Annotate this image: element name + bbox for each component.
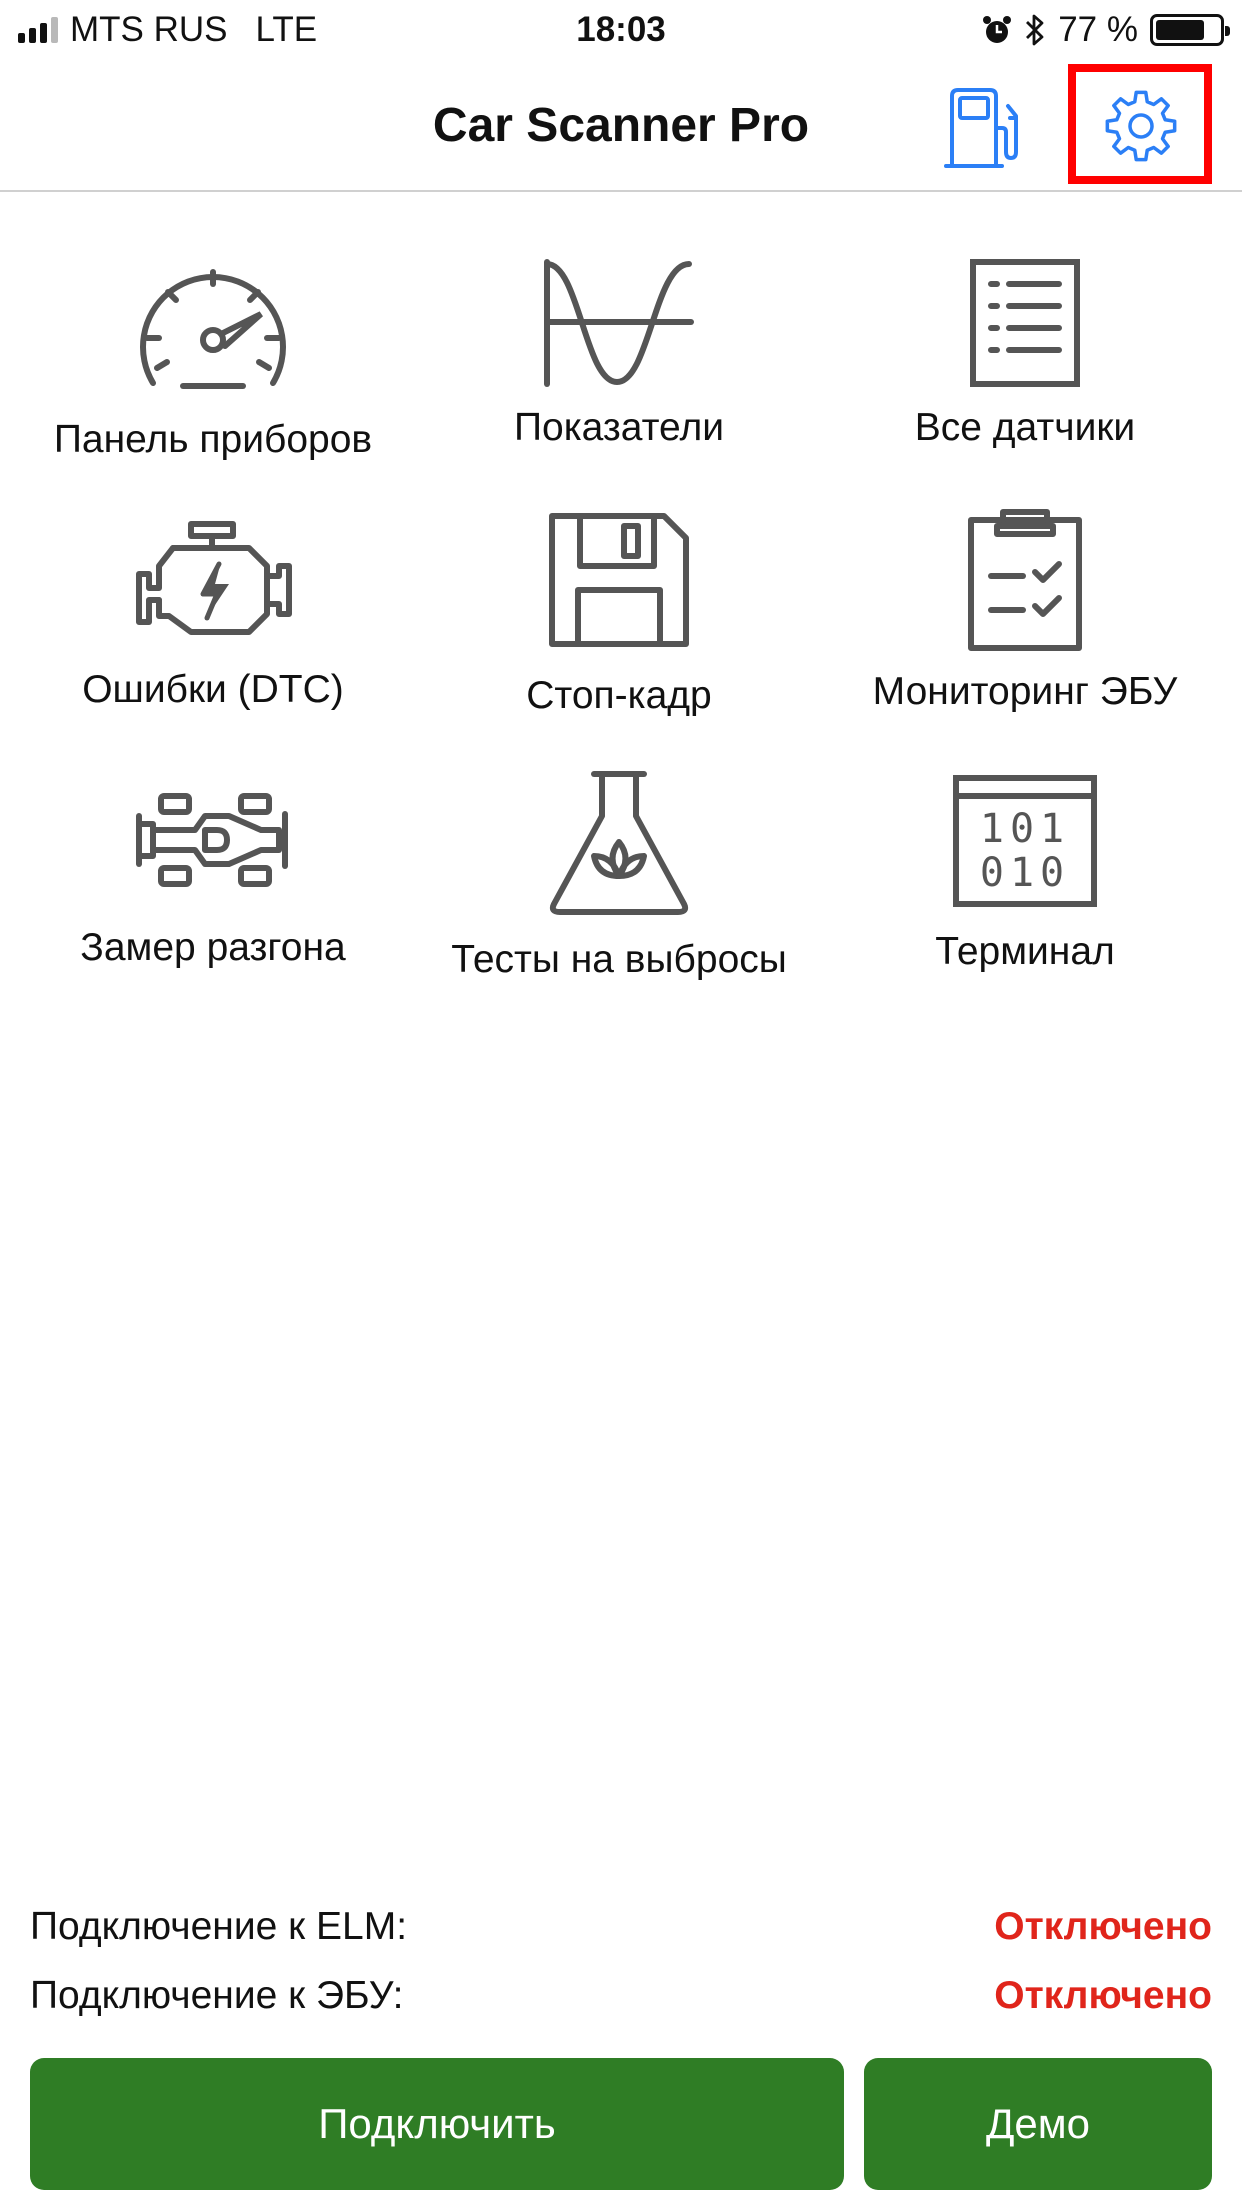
navigation-bar: Car Scanner Pro xyxy=(0,62,1242,192)
connect-button[interactable]: Подключить xyxy=(30,2058,844,2190)
status-bar: MTS RUS LTE 18:03 77 % xyxy=(0,0,1242,62)
menu-item-label: Панель приборов xyxy=(53,418,373,461)
gear-icon[interactable] xyxy=(1096,84,1186,168)
binary-terminal-icon: 101 010 xyxy=(953,775,1097,907)
speedometer-icon xyxy=(140,269,286,389)
sine-wave-icon xyxy=(544,259,694,387)
race-car-icon xyxy=(136,793,288,887)
settings-highlight xyxy=(1068,64,1212,184)
menu-item-label: Показатели xyxy=(514,406,724,449)
page-title: Car Scanner Pro xyxy=(432,99,810,152)
menu-item-label: Стоп-кадр xyxy=(526,674,712,717)
menu-item-emission-tests[interactable]: Тесты на выбросы xyxy=(416,768,822,982)
menu-item-all-sensors[interactable]: Все датчики xyxy=(822,258,1228,450)
menu-item-acceleration[interactable]: Замер разгона xyxy=(10,790,416,970)
menu-item-freeze-frame[interactable]: Стоп-кадр xyxy=(416,508,822,718)
menu-item-label: Все датчики xyxy=(914,406,1136,449)
menu-item-label: Терминал xyxy=(935,930,1115,973)
alarm-icon xyxy=(983,16,1012,43)
status-right: 77 % xyxy=(982,10,1230,50)
terminal-code-line: 101 xyxy=(980,806,1070,852)
terminal-code-line: 010 xyxy=(980,850,1070,896)
demo-button[interactable]: Демо xyxy=(864,2058,1212,2190)
elm-connection-label: Подключение к ELM: xyxy=(30,1905,408,1948)
menu-item-ecu-monitoring[interactable]: Мониторинг ЭБУ xyxy=(822,506,1228,714)
app-screen: MTS RUS LTE 18:03 77 % Car Scanner Pro П… xyxy=(0,0,1242,2208)
elm-connection-status: Отключено xyxy=(994,1905,1212,1948)
menu-item-terminal[interactable]: 101 010 Терминал xyxy=(822,772,1228,974)
menu-item-label: Ошибки (DTC) xyxy=(82,668,344,711)
menu-item-label: Замер разгона xyxy=(80,926,346,969)
fuel-pump-icon[interactable] xyxy=(938,84,1028,174)
bluetooth-icon xyxy=(1026,14,1044,46)
flask-leaf-icon xyxy=(549,771,689,915)
ecu-connection-status: Отключено xyxy=(994,1974,1212,2017)
menu-item-indicators[interactable]: Показатели xyxy=(416,258,822,450)
list-document-icon xyxy=(970,259,1080,387)
battery-percent: 77 % xyxy=(1058,10,1138,49)
engine-icon xyxy=(136,521,292,635)
menu-item-label: Тесты на выбросы xyxy=(451,938,787,981)
menu-item-dashboard[interactable]: Панель приборов xyxy=(10,258,416,462)
ecu-connection-label: Подключение к ЭБУ: xyxy=(30,1974,404,2017)
menu-item-label: Мониторинг ЭБУ xyxy=(872,670,1178,713)
menu-item-dtc-errors[interactable]: Ошибки (DTC) xyxy=(10,518,416,712)
battery-icon xyxy=(1150,14,1230,46)
floppy-disk-icon xyxy=(549,513,689,647)
clipboard-check-icon xyxy=(968,509,1082,651)
